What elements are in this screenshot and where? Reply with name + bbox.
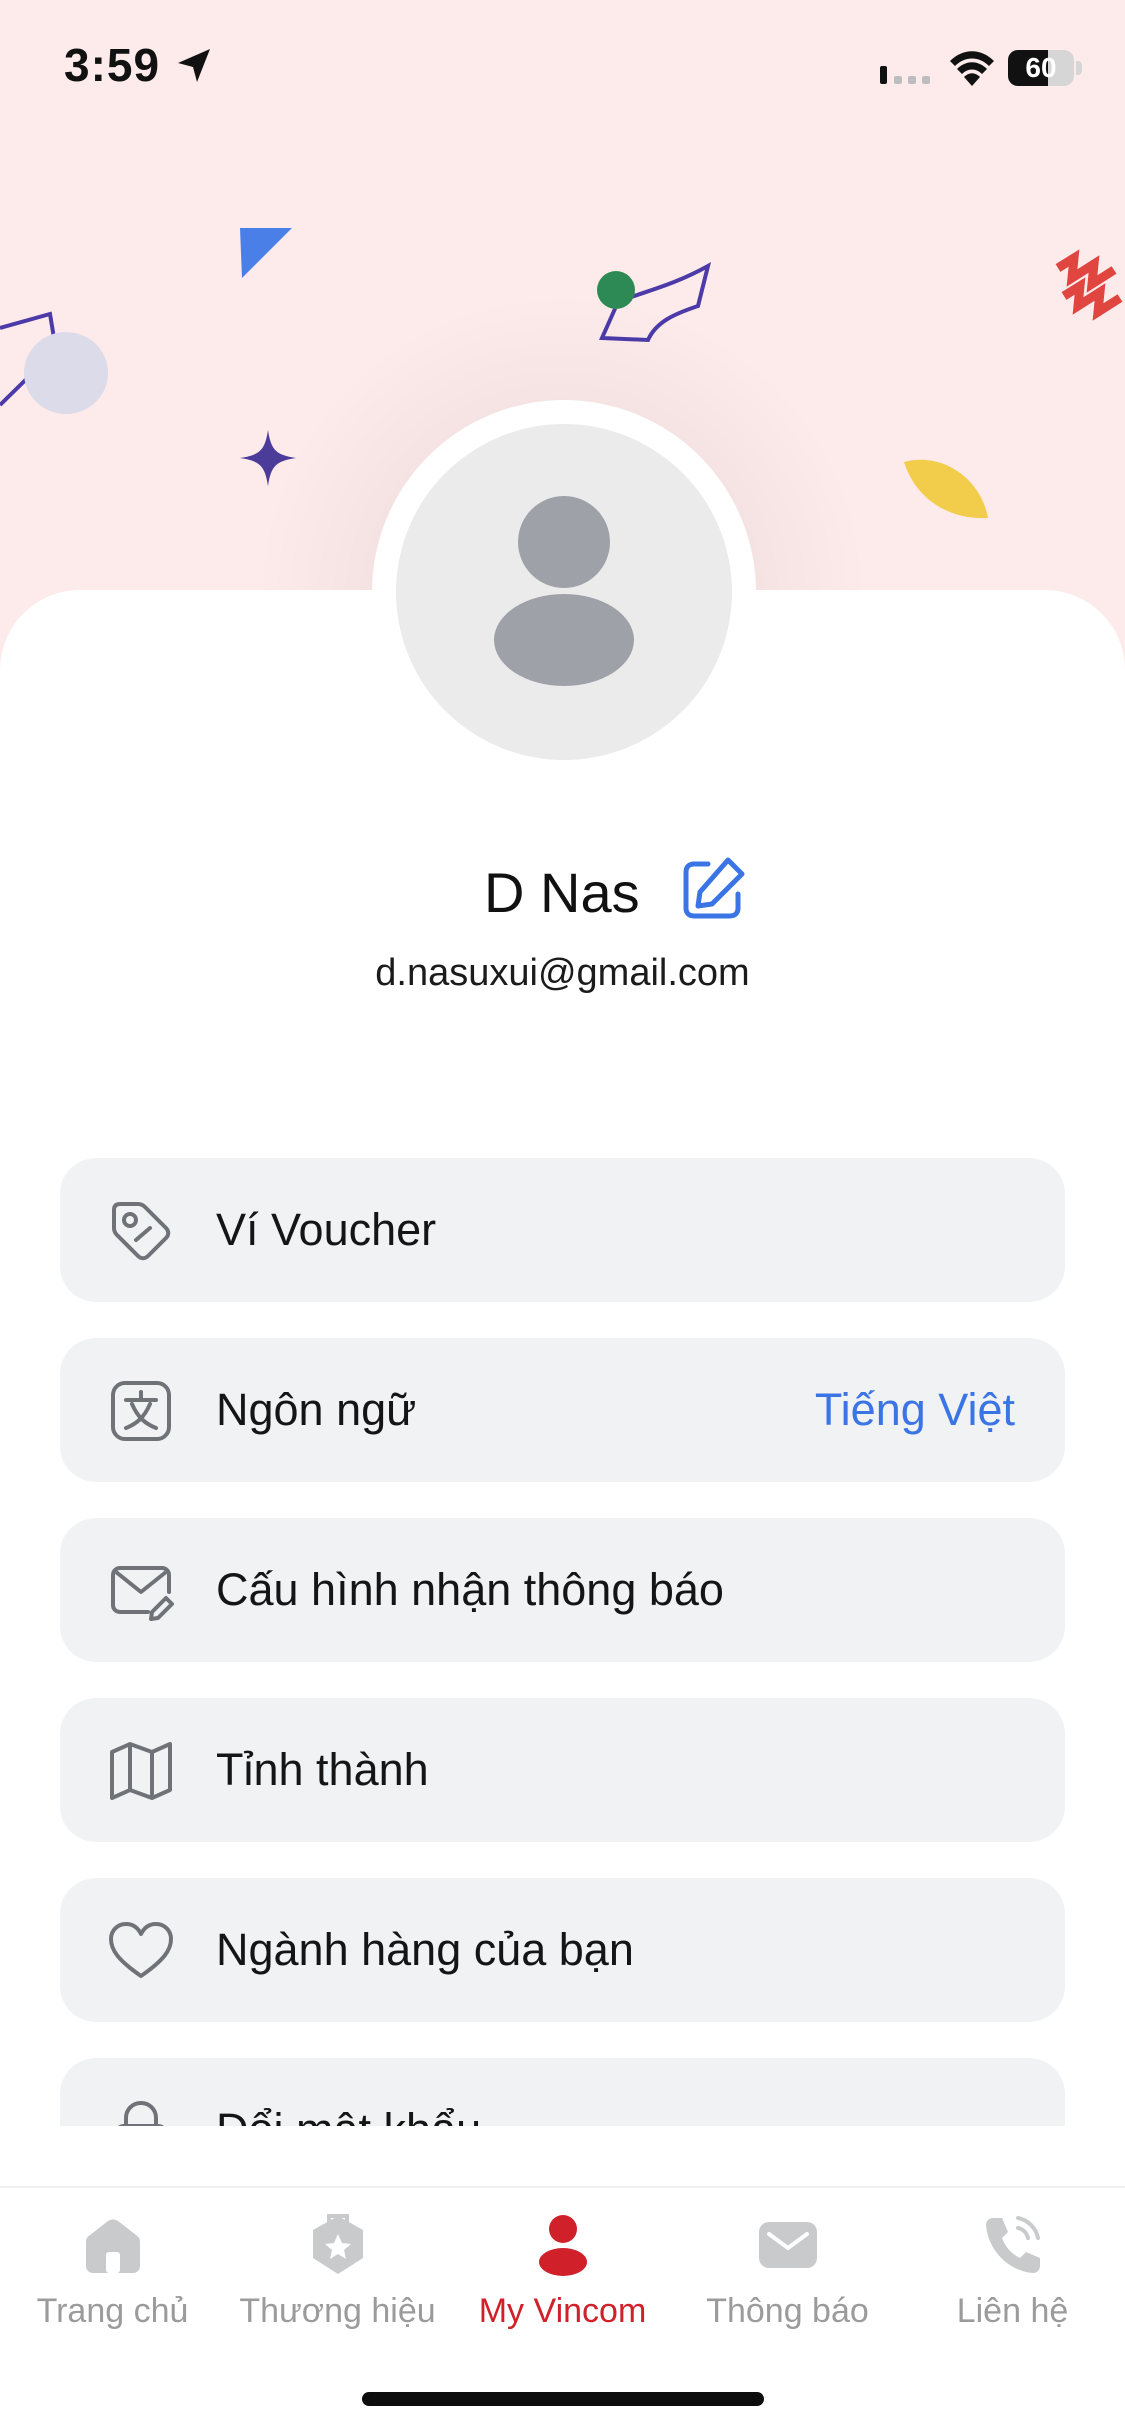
tab-home[interactable]: Trang chủ bbox=[0, 2188, 225, 2358]
user-email: d.nasuxui@gmail.com bbox=[375, 952, 750, 994]
status-time: 3:59 bbox=[64, 39, 161, 91]
tab-label: My Vincom bbox=[478, 2292, 647, 2330]
home-icon bbox=[86, 2219, 140, 2273]
edit-profile-button[interactable] bbox=[676, 854, 748, 926]
menu-item-change-password[interactable]: Đổi mật khẩu bbox=[60, 2058, 1065, 2126]
phone-icon bbox=[986, 2216, 1040, 2273]
battery-level: 60 bbox=[1025, 52, 1057, 83]
lavender-circle-decoration bbox=[24, 332, 108, 414]
red-zigzag-decoration bbox=[1055, 249, 1123, 321]
wifi-icon bbox=[950, 51, 994, 86]
tab-label: Liên hệ bbox=[956, 2292, 1069, 2330]
translate-icon bbox=[111, 1381, 171, 1441]
tab-contact[interactable]: Liên hệ bbox=[900, 2188, 1125, 2358]
menu-item-voucher-wallet[interactable]: Ví Voucher bbox=[60, 1158, 1065, 1302]
blue-triangle-decoration bbox=[240, 228, 292, 278]
tab-my-vincom[interactable]: My Vincom bbox=[450, 2188, 675, 2358]
menu-item-favorite-categories[interactable]: Ngành hàng của bạn bbox=[60, 1878, 1065, 2022]
default-user-avatar-icon bbox=[494, 496, 634, 686]
user-name: D Nas bbox=[484, 861, 640, 924]
tab-notifications[interactable]: Thông báo bbox=[675, 2188, 900, 2358]
voucher-tag-icon bbox=[112, 1202, 171, 1261]
yellow-leaf-decoration bbox=[904, 459, 988, 519]
cellular-signal-icon bbox=[880, 66, 930, 84]
settings-menu: Ví Voucher Ngôn ngữ Tiếng Việt Cấu hình … bbox=[60, 1158, 1065, 2126]
menu-item-label: Ví Voucher bbox=[216, 1204, 437, 1255]
brand-badge-icon bbox=[313, 2214, 363, 2274]
heart-icon bbox=[109, 1922, 173, 1978]
tab-label: Thông báo bbox=[706, 2292, 869, 2330]
menu-item-label: Cấu hình nhận thông báo bbox=[216, 1564, 724, 1615]
menu-item-label: Đổi mật khẩu bbox=[216, 2104, 481, 2126]
map-icon bbox=[110, 1742, 172, 1800]
home-indicator[interactable] bbox=[362, 2392, 764, 2406]
avatar[interactable] bbox=[396, 424, 732, 760]
battery-icon: 60 bbox=[1008, 50, 1082, 86]
tab-label: Thương hiệu bbox=[239, 2292, 436, 2330]
menu-item-province[interactable]: Tỉnh thành bbox=[60, 1698, 1065, 1842]
menu-item-notification-settings[interactable]: Cấu hình nhận thông báo bbox=[60, 1518, 1065, 1662]
envelope-icon bbox=[759, 2222, 817, 2268]
tab-brands[interactable]: Thương hiệu bbox=[225, 2188, 450, 2358]
mail-settings-icon bbox=[111, 1566, 174, 1621]
edit-pencil-icon bbox=[683, 857, 745, 919]
lock-icon bbox=[118, 2100, 164, 2126]
profile-name-row: D Nas bbox=[0, 850, 1125, 930]
menu-item-label: Ngành hàng của bạn bbox=[216, 1924, 634, 1975]
status-bar: 3:59 60 bbox=[0, 0, 1125, 140]
menu-item-label: Ngôn ngữ bbox=[216, 1384, 417, 1435]
location-arrow-icon bbox=[178, 49, 210, 82]
tab-label: Trang chủ bbox=[36, 2292, 189, 2330]
menu-item-label: Tỉnh thành bbox=[216, 1744, 429, 1795]
person-icon bbox=[539, 2215, 587, 2276]
menu-item-language[interactable]: Ngôn ngữ Tiếng Việt bbox=[60, 1338, 1065, 1482]
selected-language-value: Tiếng Việt bbox=[814, 1384, 1015, 1435]
